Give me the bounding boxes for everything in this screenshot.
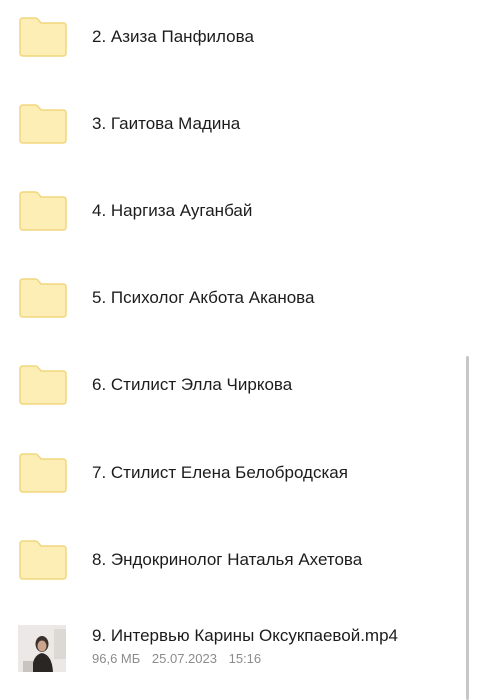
folder-label: 7. Стилист Елена Белобродская (92, 463, 348, 482)
folder-row[interactable]: 5. Психолог Акбота Аканова (0, 268, 468, 328)
file-name: 9. Интервью Карины Оксукпаевой.mp4 (92, 626, 398, 645)
folder-label: 6. Стилист Элла Чиркова (92, 375, 293, 394)
folder-row[interactable]: 2. Азиза Панфилова (0, 7, 468, 67)
folder-icon (19, 191, 67, 231)
folder-row[interactable]: 6. Стилист Элла Чиркова (0, 355, 468, 415)
file-size: 96,6 МБ (92, 651, 141, 666)
folder-label: 4. Наргиза Ауганбай (92, 201, 253, 220)
folder-row[interactable]: 7. Стилист Елена Белобродская (0, 443, 468, 503)
file-meta: 96,6 МБ 25.07.2023 15:16 (92, 651, 269, 666)
folder-row[interactable]: 4. Наргиза Ауганбай (0, 181, 468, 241)
file-list: 2. Азиза Панфилова 3. Гаитова Мадина 4. … (0, 0, 477, 700)
file-time: 15:16 (228, 651, 262, 666)
file-date: 25.07.2023 (151, 651, 217, 666)
folder-icon (19, 365, 67, 405)
video-thumbnail (18, 625, 66, 672)
file-row[interactable]: 9. Интервью Карины Оксукпаевой.mp4 96,6 … (0, 618, 468, 678)
folder-icon (19, 540, 67, 580)
folder-icon (19, 453, 67, 493)
folder-icon (19, 17, 67, 57)
folder-row[interactable]: 3. Гаитова Мадина (0, 94, 468, 154)
folder-row[interactable]: 8. Эндокринолог Наталья Ахетова (0, 530, 468, 590)
folder-label: 3. Гаитова Мадина (92, 114, 241, 133)
folder-icon (19, 278, 67, 318)
scrollbar[interactable] (466, 356, 469, 700)
folder-label: 5. Психолог Акбота Аканова (92, 288, 315, 307)
folder-label: 2. Азиза Панфилова (92, 27, 254, 46)
folder-icon (19, 104, 67, 144)
folder-label: 8. Эндокринолог Наталья Ахетова (92, 550, 363, 569)
